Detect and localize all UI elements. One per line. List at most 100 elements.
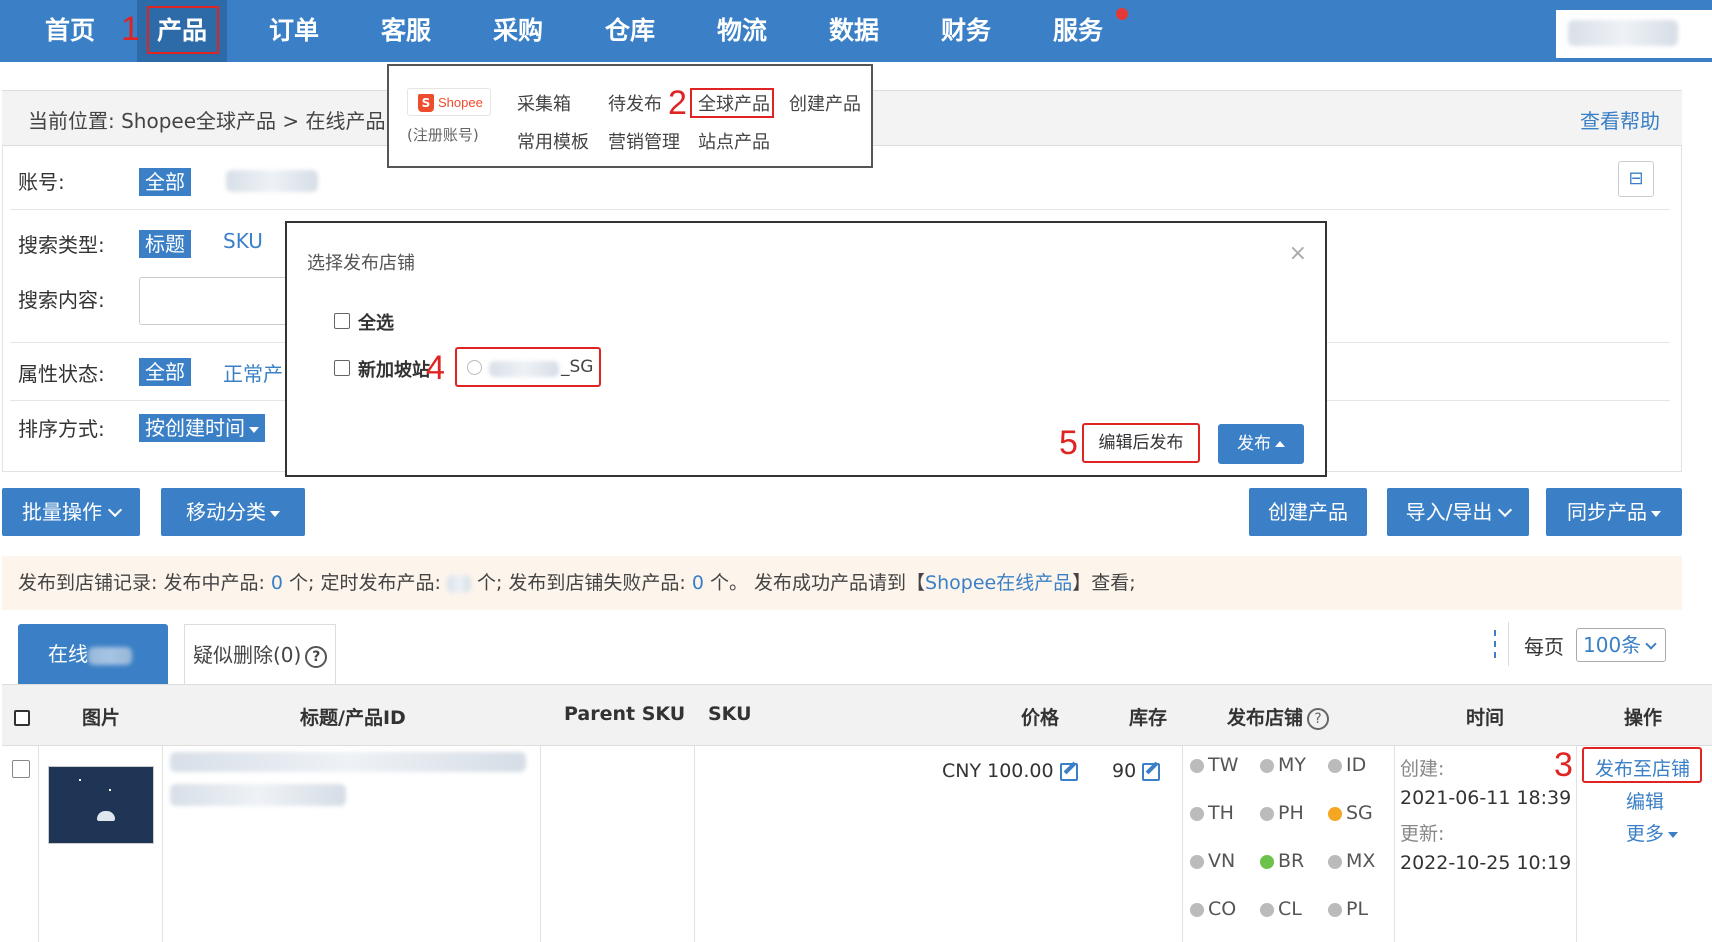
status-dot-icon <box>1328 806 1342 821</box>
edit-then-publish-button[interactable]: 编辑后发布 <box>1082 423 1200 463</box>
tab-online[interactable]: 在线 <box>18 624 168 684</box>
store-badge-my[interactable]: MY <box>1260 754 1306 776</box>
blurred-account <box>226 170 318 192</box>
status-dot-icon <box>1190 902 1204 917</box>
notice-text: 发布到店铺记录: 发布中产品: <box>18 572 271 594</box>
help-icon[interactable]: ? <box>1307 707 1330 730</box>
nav-item-services[interactable]: 服务 <box>1033 0 1123 62</box>
search-type-label: 搜索类型: <box>18 233 105 257</box>
menu-item-create-product[interactable]: 创建产品 <box>789 90 861 116</box>
tab-suspect-deleted[interactable]: 疑似删除(0)? <box>184 624 336 684</box>
menu-item-marketing[interactable]: 营销管理 <box>608 128 680 154</box>
shop-option[interactable]: _SG <box>455 347 601 387</box>
shop-radio[interactable] <box>467 360 482 375</box>
shopee-online-link[interactable]: Shopee在线产品 <box>925 572 1072 594</box>
notification-dot <box>1116 8 1128 20</box>
product-thumbnail[interactable] <box>48 766 154 844</box>
store-code: MY <box>1278 754 1306 776</box>
sync-label: 同步产品 <box>1567 500 1647 524</box>
store-badge-cl[interactable]: CL <box>1260 898 1302 920</box>
more-link[interactable]: 更多 <box>1626 819 1679 846</box>
account-all-tag[interactable]: 全部 <box>139 168 191 196</box>
created-time: 2021-06-11 18:39 <box>1400 787 1572 809</box>
attr-all-tag[interactable]: 全部 <box>139 358 191 386</box>
import-export-button[interactable]: 导入/导出 <box>1387 488 1529 536</box>
status-dot-icon <box>1260 806 1274 821</box>
blurred-product-id <box>170 784 346 806</box>
sort-select[interactable]: 按创建时间 <box>139 414 265 442</box>
blurred-count <box>88 646 132 665</box>
store-badge-br[interactable]: BR <box>1260 850 1304 872</box>
store-badge-th[interactable]: TH <box>1190 802 1234 824</box>
chevron-down-icon <box>270 510 280 517</box>
search-type-title-tag[interactable]: 标题 <box>139 230 191 258</box>
menu-item-site-products[interactable]: 站点产品 <box>698 128 770 154</box>
notice-text: 个。 发布成功产品请到【 <box>703 572 926 594</box>
store-badge-mx[interactable]: MX <box>1328 850 1375 872</box>
nav-item-home[interactable]: 首页 <box>25 0 115 62</box>
tab-online-label: 在线 <box>48 642 88 666</box>
shopee-logo[interactable]: S Shopee <box>407 88 491 116</box>
edit-icon[interactable] <box>1059 762 1078 781</box>
store-code: CO <box>1208 898 1237 920</box>
store-badge-co[interactable]: CO <box>1190 898 1236 920</box>
nav-item-service[interactable]: 客服 <box>361 0 451 62</box>
nav-item-warehouse[interactable]: 仓库 <box>585 0 675 62</box>
store-badge-sg[interactable]: SG <box>1328 802 1373 824</box>
store-badge-id[interactable]: ID <box>1328 754 1366 776</box>
cell-divider <box>1576 746 1577 942</box>
annotation-box-global-products <box>690 88 774 118</box>
nav-item-orders[interactable]: 订单 <box>249 0 339 62</box>
user-account-area[interactable] <box>1556 10 1712 58</box>
menu-item-templates[interactable]: 常用模板 <box>517 128 589 154</box>
publish-button[interactable]: 发布 <box>1218 424 1304 464</box>
chevron-up-icon <box>1275 441 1285 447</box>
site-checkbox[interactable] <box>334 360 350 376</box>
store-badge-vn[interactable]: VN <box>1190 850 1235 872</box>
failed-count[interactable]: 0 <box>692 572 704 594</box>
chevron-down-icon <box>1668 831 1679 838</box>
create-product-button[interactable]: 创建产品 <box>1249 488 1367 536</box>
sort-value: 按创建时间 <box>145 416 245 440</box>
search-type-sku-link[interactable]: SKU <box>223 229 263 253</box>
store-badge-pl[interactable]: PL <box>1328 898 1368 920</box>
publish-to-store-link[interactable]: 发布至店铺 <box>1595 754 1690 781</box>
search-content-label: 搜索内容: <box>18 288 105 312</box>
menu-item-collect-box[interactable]: 采集箱 <box>517 90 571 116</box>
select-all-rows-checkbox[interactable] <box>14 710 30 726</box>
edit-icon[interactable] <box>1142 762 1161 781</box>
register-account-link[interactable]: (注册账号) <box>407 124 479 145</box>
nav-item-data[interactable]: 数据 <box>809 0 899 62</box>
edit-link[interactable]: 编辑 <box>1626 787 1664 814</box>
status-dot-icon <box>1190 806 1204 821</box>
store-code: SG <box>1346 802 1373 824</box>
collapse-icon[interactable]: ⊟ <box>1618 161 1654 197</box>
search-input[interactable] <box>139 277 299 325</box>
nav-item-finance[interactable]: 财务 <box>921 0 1011 62</box>
store-code: ID <box>1346 754 1367 776</box>
stock-value: 90 <box>1112 760 1137 782</box>
help-icon[interactable]: ? <box>305 645 328 668</box>
per-page-select[interactable]: 100条 <box>1576 628 1666 662</box>
nav-item-logistics[interactable]: 物流 <box>697 0 787 62</box>
store-badge-ph[interactable]: PH <box>1260 802 1304 824</box>
sync-products-button[interactable]: 同步产品 <box>1546 488 1682 536</box>
col-image: 图片 <box>82 707 121 729</box>
row-checkbox[interactable] <box>12 760 30 778</box>
column-settings-icon[interactable] <box>1494 630 1498 658</box>
shopee-logo-text: Shopee <box>438 95 483 110</box>
menu-item-pending[interactable]: 待发布 <box>608 90 662 116</box>
move-category-button[interactable]: 移动分类 <box>161 488 305 536</box>
nav-item-purchase[interactable]: 采购 <box>473 0 563 62</box>
attr-normal-link[interactable]: 正常产 <box>223 358 283 387</box>
status-dot-icon <box>1260 854 1274 869</box>
cell-divider <box>540 746 541 942</box>
store-badge-tw[interactable]: TW <box>1190 754 1238 776</box>
close-icon[interactable]: × <box>1289 241 1307 266</box>
annotation-number-5: 5 <box>1059 424 1078 462</box>
publishing-count[interactable]: 0 <box>271 572 283 594</box>
batch-operation-button[interactable]: 批量操作 <box>2 488 140 536</box>
status-dot-icon <box>1190 854 1204 869</box>
select-all-checkbox[interactable] <box>334 313 350 329</box>
help-link[interactable]: 查看帮助 <box>1580 105 1660 134</box>
